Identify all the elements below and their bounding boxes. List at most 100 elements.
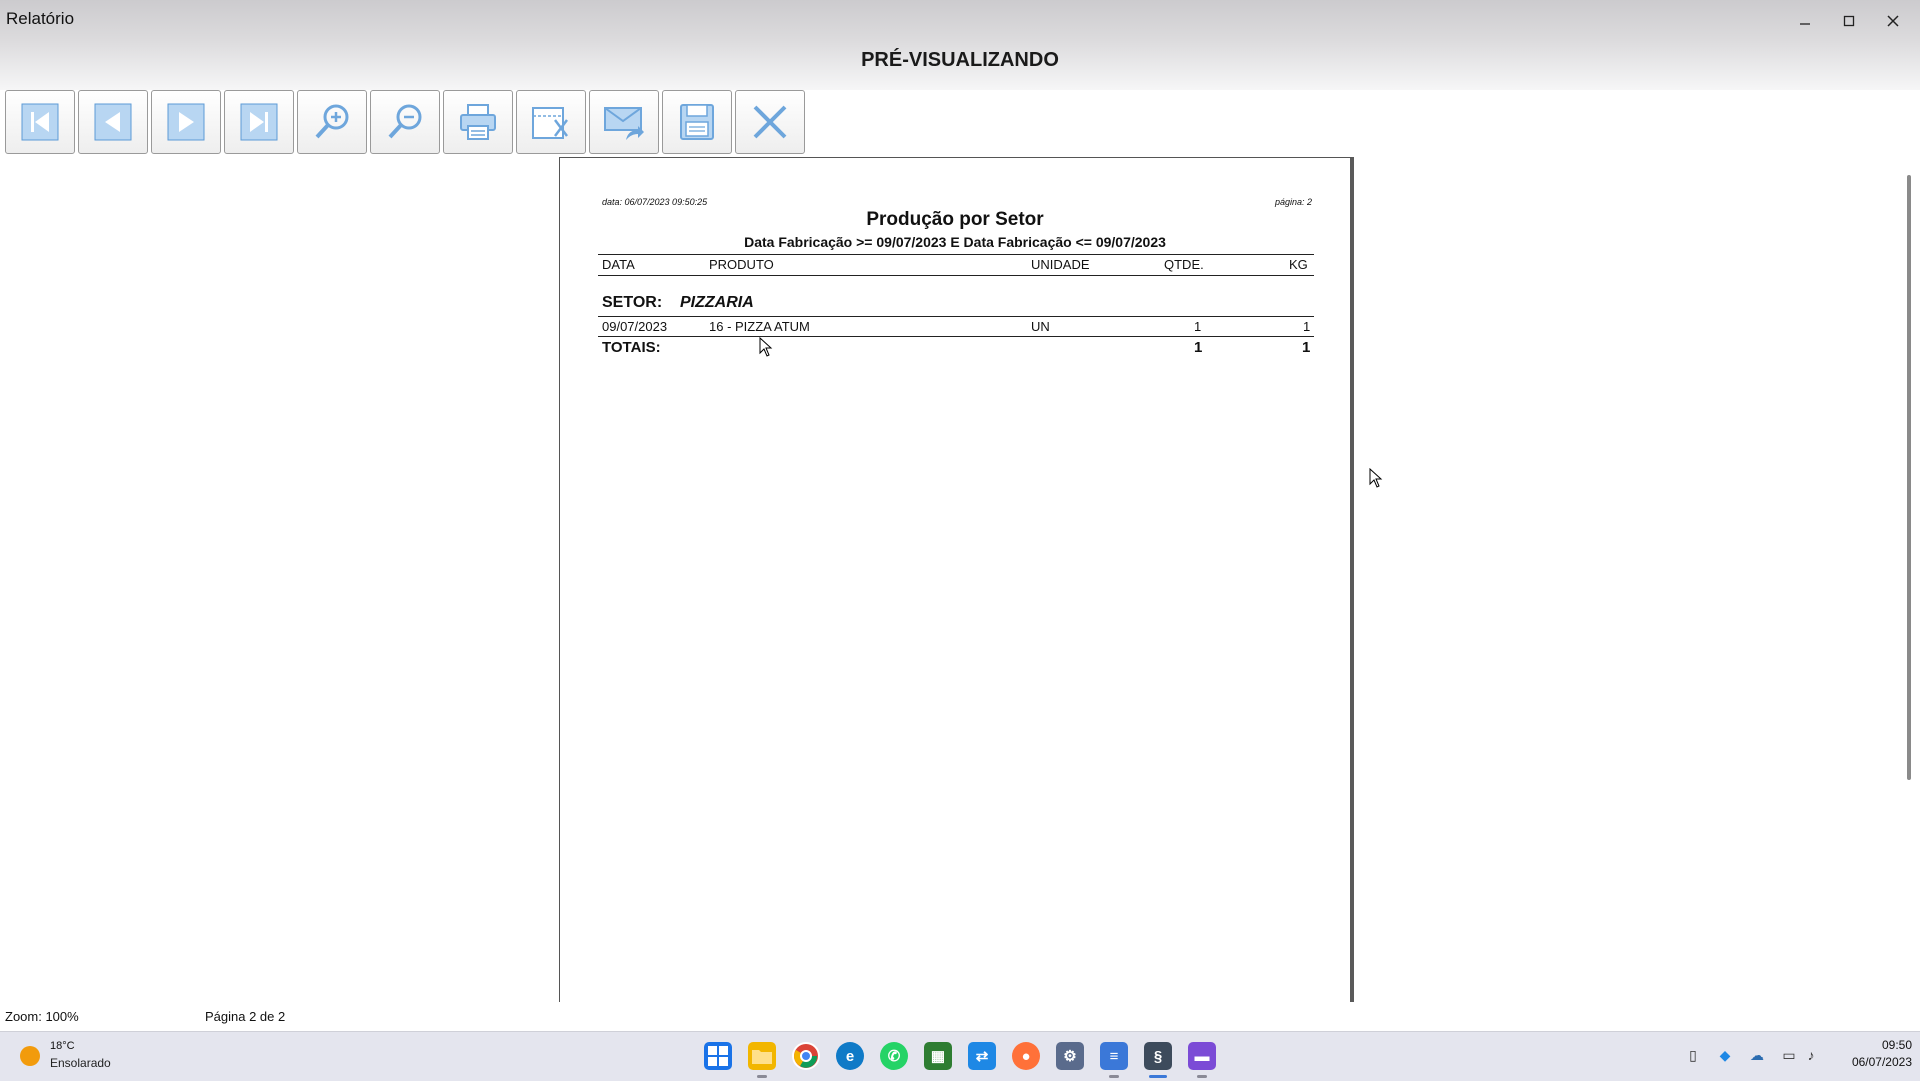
security-icon[interactable]: ◆ xyxy=(1716,1046,1734,1064)
network-icon[interactable]: ▭ xyxy=(1780,1046,1798,1064)
header-bottom-line xyxy=(598,275,1314,276)
printer-icon xyxy=(460,104,496,140)
taskbar: 18°C Ensolarado e ✆ ▦ ⇄ ● ⚙ ≡ § ▬ ▯ ◆ ☁ … xyxy=(0,1031,1920,1081)
first-page-button[interactable] xyxy=(5,90,75,154)
column-header-kg: KG xyxy=(1289,257,1308,272)
next-page-icon xyxy=(167,103,205,141)
preview-title: PRÉ-VISUALIZANDO xyxy=(861,49,1059,71)
notepad-button[interactable]: ≡ xyxy=(1100,1042,1128,1070)
mouse-cursor-icon xyxy=(759,337,773,357)
sun-icon xyxy=(20,1046,40,1066)
email-button[interactable] xyxy=(589,90,659,154)
active-indicator xyxy=(1149,1075,1167,1078)
maximize-icon xyxy=(1843,15,1855,27)
settings-button[interactable]: ⚙ xyxy=(1056,1042,1084,1070)
first-page-icon xyxy=(21,103,59,141)
row-qty: 1 xyxy=(1194,319,1202,334)
start-button[interactable] xyxy=(704,1042,732,1070)
running-indicator xyxy=(757,1075,767,1078)
close-icon xyxy=(753,105,787,139)
chrome-icon xyxy=(794,1044,818,1068)
report-page-number: página: 2 xyxy=(1274,197,1312,207)
chrome-button[interactable] xyxy=(792,1042,820,1070)
report-title: Produção por Setor xyxy=(866,209,1044,230)
zoom-out-icon xyxy=(388,104,422,139)
sector-line xyxy=(598,316,1314,317)
previous-page-icon xyxy=(94,103,132,141)
column-header-unit: UNIDADE xyxy=(1031,257,1090,272)
page-setup-button[interactable] xyxy=(516,90,586,154)
report-page: data: 06/07/2023 09:50:25 página: 2 Prod… xyxy=(559,157,1354,1002)
report-date: data: 06/07/2023 09:50:25 xyxy=(602,197,708,207)
report-filter: Data Fabricação >= 09/07/2023 E Data Fab… xyxy=(744,234,1166,250)
page-status: Página 2 de 2 xyxy=(205,1009,286,1024)
close-preview-button[interactable] xyxy=(735,90,805,154)
windows-start-icon xyxy=(708,1046,728,1066)
running-indicator xyxy=(1197,1075,1207,1078)
close-window-button[interactable] xyxy=(1871,6,1915,36)
status-bar: Zoom: 100% Página 2 de 2 xyxy=(0,1003,1920,1031)
save-button[interactable] xyxy=(662,90,732,154)
weather-temperature: 18°C xyxy=(50,1040,75,1052)
edge-button[interactable]: e xyxy=(836,1042,864,1070)
firefox-icon: ● xyxy=(1021,1047,1031,1065)
minimize-icon xyxy=(1800,23,1810,25)
spreadsheet-app-button[interactable]: ▦ xyxy=(924,1042,952,1070)
media-app-icon: ▬ xyxy=(1194,1047,1210,1065)
vertical-scrollbar[interactable] xyxy=(1907,175,1911,780)
column-header-date: DATA xyxy=(602,257,635,272)
last-page-button[interactable] xyxy=(224,90,294,154)
header-top-line xyxy=(598,254,1314,255)
row-date: 09/07/2023 xyxy=(602,319,668,334)
clock-date: 06/07/2023 xyxy=(1851,1055,1912,1069)
print-button[interactable] xyxy=(443,90,513,154)
volume-icon[interactable]: ♪ xyxy=(1802,1046,1820,1064)
zoom-in-button[interactable] xyxy=(297,90,367,154)
row-kg: 1 xyxy=(1303,319,1311,334)
row-product: 16 - PIZZA ATUM xyxy=(709,319,810,334)
email-icon xyxy=(604,107,644,140)
gear-icon: ⚙ xyxy=(1063,1048,1077,1065)
running-indicator xyxy=(1109,1075,1119,1078)
erp-app-icon: § xyxy=(1153,1047,1163,1065)
column-header-product: PRODUTO xyxy=(709,257,774,272)
totals-label: TOTAIS: xyxy=(602,339,661,356)
maximize-button[interactable] xyxy=(1827,6,1871,36)
floppy-disk-icon xyxy=(680,104,714,140)
column-header-qty: QTDE. xyxy=(1164,257,1204,272)
erp-app-button[interactable]: § xyxy=(1144,1042,1172,1070)
close-icon xyxy=(1887,15,1899,27)
file-explorer-button[interactable] xyxy=(748,1042,776,1070)
totals-kg: 1 xyxy=(1302,339,1311,356)
last-page-icon xyxy=(240,103,278,141)
page-setup-icon xyxy=(532,107,568,139)
zoom-out-button[interactable] xyxy=(370,90,440,154)
usb-icon[interactable]: ▯ xyxy=(1684,1046,1702,1064)
next-page-button[interactable] xyxy=(151,90,221,154)
minimize-button[interactable] xyxy=(1783,6,1827,36)
window-title: Relatório xyxy=(6,9,75,28)
remote-desktop-icon: ⇄ xyxy=(975,1048,989,1065)
clock-time: 09:50 xyxy=(1881,1038,1912,1052)
firefox-button[interactable]: ● xyxy=(1012,1042,1040,1070)
whatsapp-icon: ✆ xyxy=(887,1048,901,1065)
totals-qty: 1 xyxy=(1194,339,1203,356)
cloud-icon[interactable]: ☁ xyxy=(1748,1046,1766,1064)
sector-name: PIZZARIA xyxy=(680,294,754,311)
notepad-icon: ≡ xyxy=(1109,1047,1119,1065)
remote-app-button[interactable]: ⇄ xyxy=(968,1042,996,1070)
row-bottom-line xyxy=(598,336,1314,337)
window-title-bar: Relatório PRÉ-VISUALIZANDO xyxy=(0,0,1920,90)
whatsapp-button[interactable]: ✆ xyxy=(880,1042,908,1070)
mouse-cursor-icon xyxy=(1369,468,1383,488)
spreadsheet-icon: ▦ xyxy=(930,1048,946,1065)
row-unit: UN xyxy=(1031,319,1050,334)
edge-icon: e xyxy=(845,1047,855,1065)
media-app-button[interactable]: ▬ xyxy=(1188,1042,1216,1070)
clock[interactable]: 09:50 06/07/2023 xyxy=(1832,1038,1912,1069)
previous-page-button[interactable] xyxy=(78,90,148,154)
weather-description: Ensolarado xyxy=(50,1056,111,1070)
zoom-in-icon xyxy=(315,104,349,139)
weather-widget[interactable]: 18°C Ensolarado xyxy=(18,1038,158,1076)
zoom-status: Zoom: 100% xyxy=(5,1009,79,1024)
